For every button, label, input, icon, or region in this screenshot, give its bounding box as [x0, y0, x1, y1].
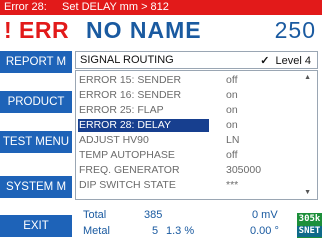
product-label: PRODUCT: [7, 96, 65, 108]
metal-label: Metal: [83, 225, 110, 237]
report-menu-label: REPORT M: [5, 56, 67, 68]
metal-percent: 1.3 %: [166, 225, 195, 237]
error-status-bar: Error 28: Set DELAY mm > 812: [0, 0, 322, 15]
list-item-label: ERROR 28: DELAY: [78, 119, 209, 132]
network-status-badge: 305k SNET: [297, 213, 322, 238]
product-number: 250: [274, 17, 316, 43]
metal-value: 5: [152, 225, 159, 237]
check-icon: ✓: [260, 55, 270, 67]
list-item-value: on: [226, 89, 238, 101]
list-item-value: off: [226, 74, 238, 86]
list-item-label: FREQ. GENERATOR: [79, 164, 180, 176]
list-item-label: DIP SWITCH STATE: [79, 179, 176, 191]
list-item-value: on: [226, 119, 238, 131]
list-item-label: ERROR 25: FLAP: [79, 104, 164, 116]
product-button[interactable]: PRODUCT: [0, 91, 72, 113]
exit-label: EXIT: [23, 220, 49, 232]
settings-list[interactable]: ERROR 15: SENDER off ERROR 16: SENDER on…: [75, 70, 318, 200]
system-menu-label: SYSTEM M: [5, 181, 67, 193]
list-item-value: off: [226, 149, 238, 161]
product-name: NO NAME: [86, 17, 202, 43]
total-value: 385: [144, 209, 163, 221]
metal-angle: 0.00 °: [250, 225, 279, 237]
list-item-value: on: [226, 104, 238, 116]
test-menu-button[interactable]: TEST MENU: [0, 131, 72, 153]
title-row: ! ERR NO NAME 250: [0, 16, 322, 48]
scroll-down-icon[interactable]: ▼: [304, 189, 311, 196]
total-label: Total: [83, 209, 107, 221]
error-code-label: Error 28:: [4, 1, 47, 13]
list-item-value: LN: [226, 134, 240, 146]
list-item-value: 305000: [226, 164, 262, 176]
error-indicator: ! ERR: [4, 17, 70, 43]
list-item-label: TEMP AUTOPHASE: [79, 149, 175, 161]
panel-header: SIGNAL ROUTING ✓ Level 4: [75, 51, 318, 69]
list-item-label: ERROR 16: SENDER: [79, 89, 182, 101]
list-item-label: ADJUST HV90: [79, 134, 149, 146]
system-menu-button[interactable]: SYSTEM M: [0, 176, 72, 198]
badge-frequency: 305k: [298, 214, 321, 224]
badge-network: SNET: [297, 226, 322, 237]
test-menu-label: TEST MENU: [2, 136, 70, 148]
panel-title: SIGNAL ROUTING: [80, 54, 174, 66]
report-menu-button[interactable]: REPORT M: [0, 51, 72, 73]
error-message: Set DELAY mm > 812: [62, 1, 169, 13]
total-signal-value: 0 mV: [252, 209, 278, 221]
list-item-label: ERROR 15: SENDER: [79, 74, 182, 86]
level-indicator[interactable]: ✓ Level 4: [260, 54, 311, 67]
exit-button[interactable]: EXIT: [0, 215, 72, 237]
scroll-up-icon[interactable]: ▲: [304, 74, 311, 81]
level-label: Level 4: [275, 55, 311, 67]
list-item-value: ***: [226, 179, 239, 191]
